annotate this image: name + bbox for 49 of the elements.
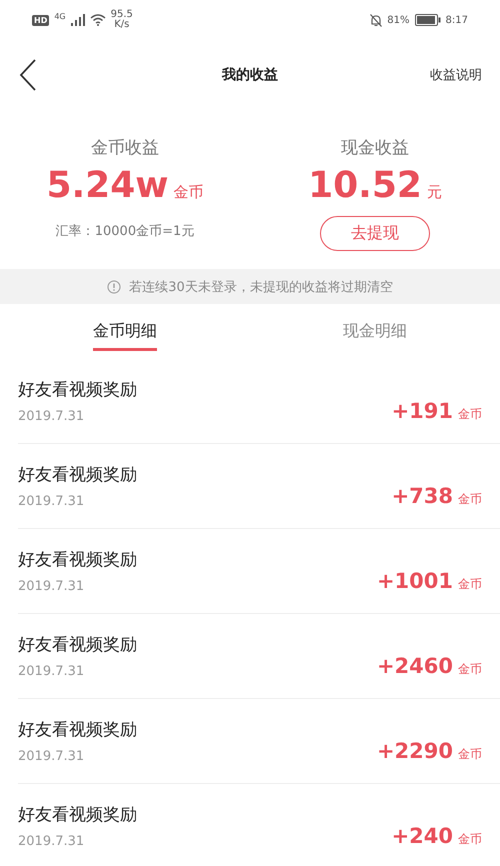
exchange-rate-text: 汇率：10000金币=1元 [56, 223, 194, 240]
record-unit: 金币 [458, 831, 482, 848]
detail-tab[interactable]: 金币明细 [0, 304, 250, 359]
earnings-amount: 5.24w [46, 165, 169, 206]
record-title: 好友看视频奖励 [18, 719, 137, 741]
earnings-info-link[interactable]: 收益说明 [430, 66, 482, 84]
record-date: 2019.7.31 [18, 834, 86, 849]
record-amount: +2460 [376, 654, 453, 678]
record-unit: 金币 [458, 406, 482, 423]
earnings-label: 现金收益 [341, 137, 409, 159]
record-date: 2019.7.31 [18, 749, 86, 764]
record-title: 好友看视频奖励 [18, 549, 137, 571]
expiry-notice: 若连续30天未登录，未提现的收益将过期清空 [129, 278, 393, 296]
record-title: 好友看视频奖励 [18, 634, 137, 656]
page-title: 我的收益 [222, 66, 278, 84]
detail-tab[interactable]: 现金明细 [250, 304, 500, 359]
record-amount: +191 [392, 399, 453, 423]
record-unit: 金币 [458, 746, 482, 763]
amount-unit: 元 [426, 183, 442, 202]
record-unit: 金币 [458, 661, 482, 678]
battery-icon [414, 14, 441, 26]
record-date: 2019.7.31 [18, 409, 86, 424]
record-date: 2019.7.31 [18, 579, 86, 594]
record-title: 好友看视频奖励 [18, 464, 137, 486]
info-icon [107, 280, 122, 294]
network-type: 4G [54, 12, 66, 21]
record-amount: +2290 [376, 739, 453, 763]
record-date: 2019.7.31 [18, 664, 86, 679]
record-title: 好友看视频奖励 [18, 379, 137, 401]
record-unit: 金币 [458, 491, 482, 508]
network-speed: 95.5 [110, 10, 133, 20]
record-amount: +738 [392, 484, 453, 508]
speed-unit: K/s [114, 20, 130, 30]
bell-off-icon [370, 14, 382, 26]
back-icon[interactable] [18, 58, 38, 92]
signal-icon [70, 14, 85, 26]
record-amount: +240 [392, 824, 453, 848]
record-title: 好友看视频奖励 [18, 804, 137, 826]
wifi-icon [90, 14, 106, 26]
battery-percent: 81% [387, 14, 410, 26]
clock-time: 8:17 [446, 14, 468, 26]
earnings-label: 金币收益 [91, 137, 159, 159]
record-amount: +1001 [376, 569, 453, 593]
amount-unit: 金币 [174, 183, 204, 202]
earnings-amount: 10.52 [308, 165, 422, 206]
record-date: 2019.7.31 [18, 494, 86, 509]
withdraw-button[interactable]: 去提现 [320, 216, 430, 251]
record-unit: 金币 [458, 576, 482, 593]
hd-indicator: HD [32, 14, 50, 26]
